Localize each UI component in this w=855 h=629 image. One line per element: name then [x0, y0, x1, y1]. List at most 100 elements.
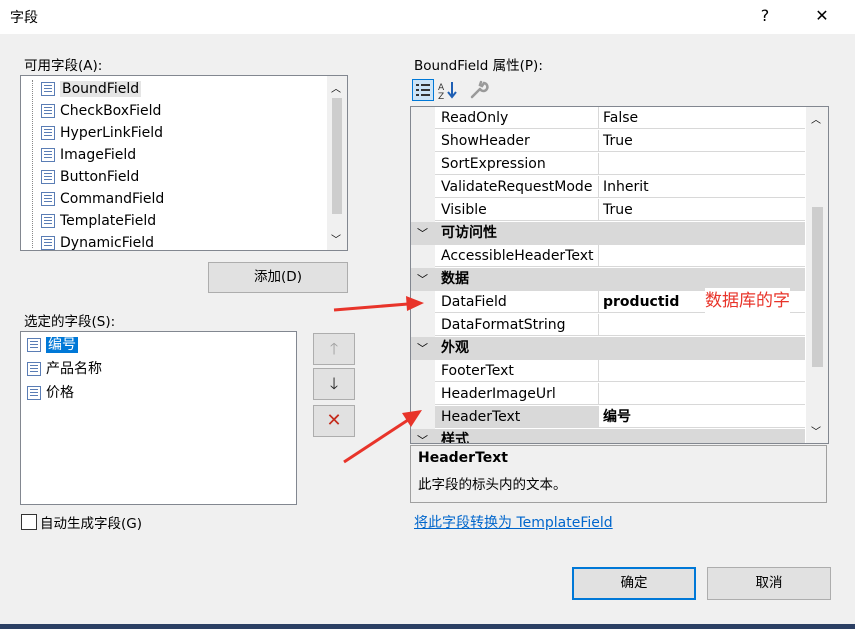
cancel-button[interactable]: 取消 [707, 567, 831, 600]
field-type-icon [41, 214, 55, 228]
scroll-down-icon[interactable]: ﹀ [331, 231, 341, 246]
property-row[interactable]: FooterText [411, 360, 805, 383]
arrow-to-headertext-head [402, 410, 422, 427]
property-row[interactable]: Visible True [411, 199, 805, 222]
available-field-item[interactable]: DynamicField [41, 232, 155, 251]
property-value[interactable]: True [599, 130, 805, 152]
property-row[interactable]: DataFormatString [411, 314, 805, 337]
property-value[interactable]: Inherit [599, 176, 805, 198]
selected-field-item[interactable]: 产品名称 [27, 358, 102, 380]
property-row[interactable]: SortExpression [411, 153, 805, 176]
property-value[interactable] [599, 153, 805, 175]
property-row[interactable]: ValidateRequestMode Inherit [411, 176, 805, 199]
property-row[interactable]: HeaderText 编号 [411, 406, 805, 429]
available-field-label: ImageField [60, 147, 137, 163]
property-value[interactable]: False [599, 107, 805, 129]
property-name: FooterText [435, 360, 599, 382]
property-name: Visible [435, 199, 599, 221]
available-field-item[interactable]: ImageField [41, 144, 136, 166]
property-value[interactable] [599, 314, 805, 336]
categorized-view-button[interactable] [412, 79, 434, 101]
property-category[interactable]: ﹀ 样式 [411, 429, 805, 443]
available-list-scrollbar[interactable]: ︿ ﹀ [327, 76, 347, 250]
available-field-item[interactable]: ButtonField [41, 166, 139, 188]
selected-fields-list[interactable]: 编号 产品名称 价格 [20, 331, 297, 505]
property-pages-button[interactable] [468, 79, 490, 101]
available-field-label: DynamicField [60, 235, 155, 251]
property-grid-scrollbar[interactable]: ︿ ﹀ [806, 107, 828, 443]
category-label: 可访问性 [441, 225, 497, 241]
selected-fields-label: 选定的字段(S): [24, 314, 116, 330]
arrow-to-datafield-head [406, 296, 424, 311]
selected-field-item[interactable]: 编号 [27, 334, 78, 356]
close-button[interactable]: ✕ [807, 4, 837, 28]
field-type-icon [41, 104, 55, 118]
selected-field-label: 产品名称 [46, 361, 102, 377]
property-value[interactable] [599, 245, 805, 267]
field-type-icon [41, 82, 55, 96]
convert-to-templatefield-link[interactable]: 将此字段转换为 TemplateField [414, 512, 613, 532]
property-row[interactable]: ShowHeader True [411, 130, 805, 153]
property-grid[interactable]: ReadOnly False ShowHeader True SortExpressio… [410, 106, 829, 444]
ok-button[interactable]: 确定 [572, 567, 696, 600]
property-category[interactable]: ﹀ 可访问性 [411, 222, 805, 245]
collapse-chevron-icon[interactable]: ﹀ [417, 222, 428, 245]
property-row[interactable]: ReadOnly False [411, 107, 805, 130]
property-row[interactable]: DataField productid 数据库的字 [411, 288, 805, 314]
help-button[interactable]: ? [750, 4, 780, 28]
field-type-icon [41, 236, 55, 250]
available-field-label: HyperLinkField [60, 125, 164, 141]
scroll-down-icon[interactable]: ﹀ [811, 423, 821, 438]
property-name: DataFormatString [435, 314, 599, 336]
available-field-label: CheckBoxField [60, 103, 162, 119]
property-row[interactable]: HeaderImageUrl [411, 383, 805, 406]
available-fields-list[interactable]: BoundField CheckBoxField HyperLinkField Ima… [20, 75, 348, 251]
property-value[interactable] [599, 360, 805, 382]
auto-generate-checkbox[interactable] [21, 514, 37, 530]
field-type-icon [41, 170, 55, 184]
arrow-to-headertext [343, 418, 409, 464]
property-value[interactable]: 编号 [599, 406, 805, 428]
available-field-label: ButtonField [60, 169, 140, 185]
available-field-item[interactable]: CheckBoxField [41, 100, 161, 122]
available-field-item[interactable]: BoundField [41, 78, 142, 100]
property-name: ReadOnly [435, 107, 599, 129]
property-row[interactable]: AccessibleHeaderText [411, 245, 805, 268]
available-list-scroll-thumb[interactable] [332, 98, 342, 214]
selected-field-item[interactable]: 价格 [27, 382, 74, 404]
available-field-item[interactable]: HyperLinkField [41, 122, 163, 144]
selected-field-label: 编号 [46, 337, 78, 353]
available-field-item[interactable]: CommandField [41, 188, 164, 210]
dialog-title: 字段 [10, 10, 38, 26]
annotation-arrows [333, 296, 424, 464]
field-type-icon [27, 386, 41, 400]
available-field-label: BoundField [60, 81, 142, 97]
wrench-icon [470, 80, 489, 99]
categorized-icon [416, 84, 430, 96]
fields-dialog: 字段 ? ✕ 可用字段(A): BoundField CheckBoxField H… [0, 0, 855, 624]
property-name: ValidateRequestMode [435, 176, 599, 198]
property-name: HeaderText [435, 406, 599, 428]
property-name: HeaderImageUrl [435, 383, 599, 405]
category-label: 外观 [441, 340, 469, 356]
property-value[interactable]: True [599, 199, 805, 221]
datafield-annotation: 数据库的字 [705, 288, 790, 314]
scroll-up-icon[interactable]: ︿ [331, 80, 341, 95]
tree-line [32, 80, 33, 248]
property-grid-scroll-thumb[interactable] [812, 207, 823, 367]
field-type-icon [41, 148, 55, 162]
field-type-icon [41, 192, 55, 206]
property-name: ShowHeader [435, 130, 599, 152]
available-field-item[interactable]: TemplateField [41, 210, 156, 232]
selected-field-label: 价格 [46, 385, 74, 401]
alphabetical-view-button[interactable]: AZ [437, 79, 459, 102]
sort-az-icon: AZ [438, 82, 457, 102]
auto-generate-label: 自动生成字段(G) [40, 516, 142, 532]
property-value[interactable] [599, 383, 805, 405]
category-bar [411, 337, 805, 360]
property-category[interactable]: ﹀ 外观 [411, 337, 805, 360]
description-title: HeaderText [418, 450, 508, 466]
scroll-up-icon[interactable]: ︿ [811, 111, 821, 126]
title-bar: 字段 ? ✕ [0, 0, 855, 34]
field-type-icon [41, 126, 55, 140]
